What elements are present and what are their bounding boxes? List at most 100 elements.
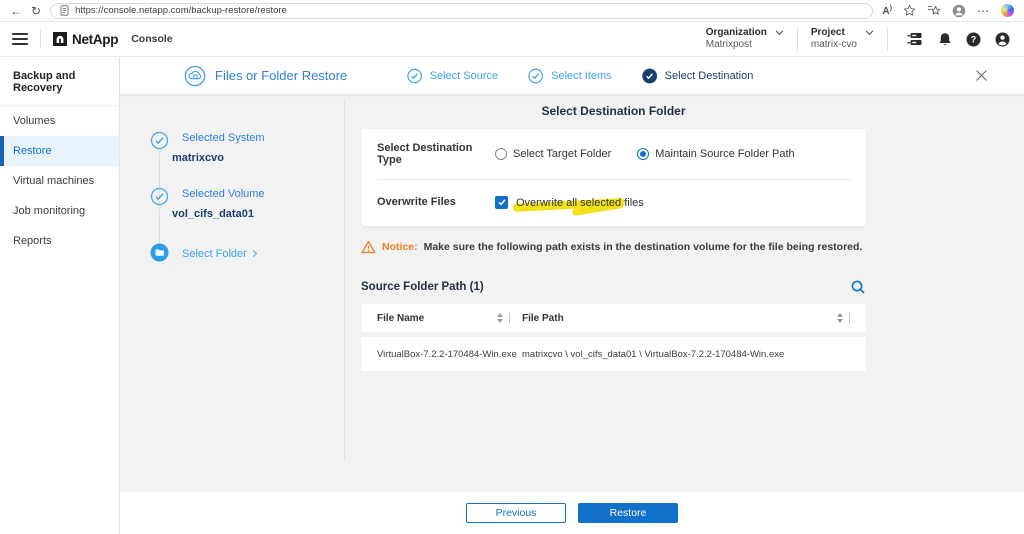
screen: ← ↻ https://console.netapp.com/backup-re… — [0, 0, 1024, 534]
radio-icon[interactable] — [495, 148, 507, 160]
notice-banner: Notice: Make sure the following path exi… — [361, 240, 866, 254]
search-icon[interactable] — [850, 279, 866, 295]
column-file-name: File Name — [377, 313, 424, 324]
card-divider — [377, 179, 850, 180]
overwrite-label: Overwrite Files — [377, 196, 495, 208]
netapp-logo-mark — [53, 32, 67, 46]
wizard-steps: Select Source Select Items — [407, 68, 754, 84]
chevron-down-icon — [865, 30, 874, 36]
radio-select-target-folder[interactable]: Select Target Folder — [495, 148, 611, 160]
browser-more-icon[interactable]: ⋯ — [977, 5, 990, 17]
table-header-bar: Source Folder Path (1) — [361, 279, 866, 295]
netapp-logo: NetApp — [53, 32, 118, 47]
stepper-value: vol_cifs_data01 — [172, 208, 345, 220]
destination-card: Select Destination Type Select Target Fo… — [361, 129, 866, 226]
table-title: Source Folder Path (1) — [361, 281, 484, 293]
overwrite-option-label: Overwrite all selected files — [516, 197, 644, 209]
account-icon[interactable] — [995, 32, 1010, 47]
sort-file-path[interactable] — [837, 313, 850, 324]
check-icon — [497, 197, 507, 207]
wizard-title-group: Files or Folder Restore — [184, 65, 347, 87]
notice-label: Notice: — [382, 241, 418, 253]
product-name: Console — [131, 33, 172, 45]
organization-label: Organization — [706, 27, 767, 39]
check-circle-filled-icon — [642, 68, 658, 84]
sort-file-name[interactable] — [497, 313, 510, 324]
address-bar[interactable]: https://console.netapp.com/backup-restor… — [50, 3, 873, 19]
step-select-source[interactable]: Select Source — [407, 68, 498, 84]
chevron-right-icon — [250, 250, 257, 257]
check-circle-icon — [528, 68, 544, 84]
sidebar-item-virtual-machines[interactable]: Virtual machines — [0, 166, 119, 196]
restore-icon — [184, 65, 206, 87]
page-icon — [60, 5, 69, 16]
sidebar-item-job-monitoring[interactable]: Job monitoring — [0, 196, 119, 226]
project-value: matrix-cvo — [811, 39, 857, 51]
check-circle-icon — [150, 187, 169, 206]
context-divider — [797, 27, 798, 51]
progress-stepper: Selected System matrixcvo Selected Volum… — [140, 94, 345, 492]
check-circle-icon — [407, 68, 423, 84]
destination-type-label: Select Destination Type — [377, 142, 495, 166]
browser-profile-icon[interactable] — [952, 4, 966, 18]
destination-type-row: Select Destination Type Select Target Fo… — [377, 142, 850, 166]
context-divider — [887, 27, 888, 51]
stepper-select-folder[interactable]: Select Folder — [150, 244, 345, 286]
url-text: https://console.netapp.com/backup-restor… — [75, 5, 287, 16]
collections-icon[interactable] — [927, 4, 941, 17]
bell-icon[interactable] — [938, 32, 952, 47]
main-area: Files or Folder Restore Select Source — [120, 57, 1024, 534]
step-select-items[interactable]: Select Items — [528, 68, 612, 84]
wizard-footer: Previous Restore — [120, 492, 1024, 534]
sort-icon[interactable] — [837, 313, 843, 323]
read-aloud-icon[interactable]: A) — [882, 5, 892, 17]
column-file-path: File Path — [522, 313, 564, 324]
stepper-label: Selected Volume — [182, 188, 345, 200]
header-icon-group: ? — [907, 32, 1010, 47]
panel-heading: Select Destination Folder — [361, 104, 866, 118]
project-dropdown[interactable]: Project matrix-cvo — [811, 27, 874, 51]
previous-button[interactable]: Previous — [466, 503, 566, 523]
overwrite-row: Overwrite Files Ove — [377, 193, 850, 211]
table-column-headers: File Name File Path — [361, 304, 866, 332]
restore-button[interactable]: Restore — [578, 503, 678, 523]
stepper-label: Selected System — [182, 132, 345, 144]
overwrite-checkbox[interactable] — [495, 196, 508, 209]
header-divider — [40, 30, 41, 48]
radio-icon-selected[interactable] — [637, 148, 649, 160]
help-icon[interactable]: ? — [966, 32, 981, 47]
svg-text:?: ? — [971, 34, 977, 44]
select-folder-link[interactable]: Select Folder — [182, 248, 247, 260]
sidebar-item-restore[interactable]: Restore — [0, 136, 119, 166]
notice-text: Make sure the following path exists in t… — [424, 241, 863, 253]
refresh-icon[interactable]: ↻ — [31, 5, 41, 17]
folder-circle-icon — [150, 243, 169, 262]
radio-maintain-source-folder-path[interactable]: Maintain Source Folder Path — [637, 148, 794, 160]
organization-value: Matrixpost — [706, 39, 767, 51]
stepper-selected-system: Selected System matrixcvo — [150, 132, 345, 188]
header-right: Organization Matrixpost Project matrix-c… — [706, 27, 1010, 51]
sidebar: Backup and Recovery Volumes Restore Virt… — [0, 57, 120, 534]
sidebar-item-volumes[interactable]: Volumes — [0, 106, 119, 136]
table-row[interactable]: VirtualBox-7.2.2-170484-Win.exe matrixcv… — [361, 337, 866, 371]
back-icon[interactable]: ← — [10, 5, 22, 17]
wizard-title: Files or Folder Restore — [215, 68, 347, 83]
sidebar-title: Backup and Recovery — [0, 57, 119, 106]
destination-panel: Select Destination Folder Select Destina… — [361, 94, 866, 492]
sidebar-item-reports[interactable]: Reports — [0, 226, 119, 256]
close-icon[interactable] — [975, 69, 988, 82]
connector-icon[interactable] — [907, 32, 924, 47]
warning-icon — [361, 240, 376, 254]
overwrite-option: Overwrite all selected files — [495, 193, 644, 211]
copilot-icon[interactable] — [1001, 4, 1014, 17]
organization-dropdown[interactable]: Organization Matrixpost — [706, 27, 784, 51]
favorite-star-icon[interactable] — [903, 4, 916, 17]
wizard-content: Selected System matrixcvo Selected Volum… — [120, 94, 1024, 492]
cell-file-name: VirtualBox-7.2.2-170484-Win.exe — [377, 349, 517, 360]
project-label: Project — [811, 27, 857, 39]
sort-icon[interactable] — [497, 313, 503, 323]
menu-icon[interactable] — [12, 33, 28, 44]
check-circle-icon — [150, 131, 169, 150]
brand-name: NetApp — [72, 32, 118, 47]
step-select-destination[interactable]: Select Destination — [642, 68, 754, 84]
